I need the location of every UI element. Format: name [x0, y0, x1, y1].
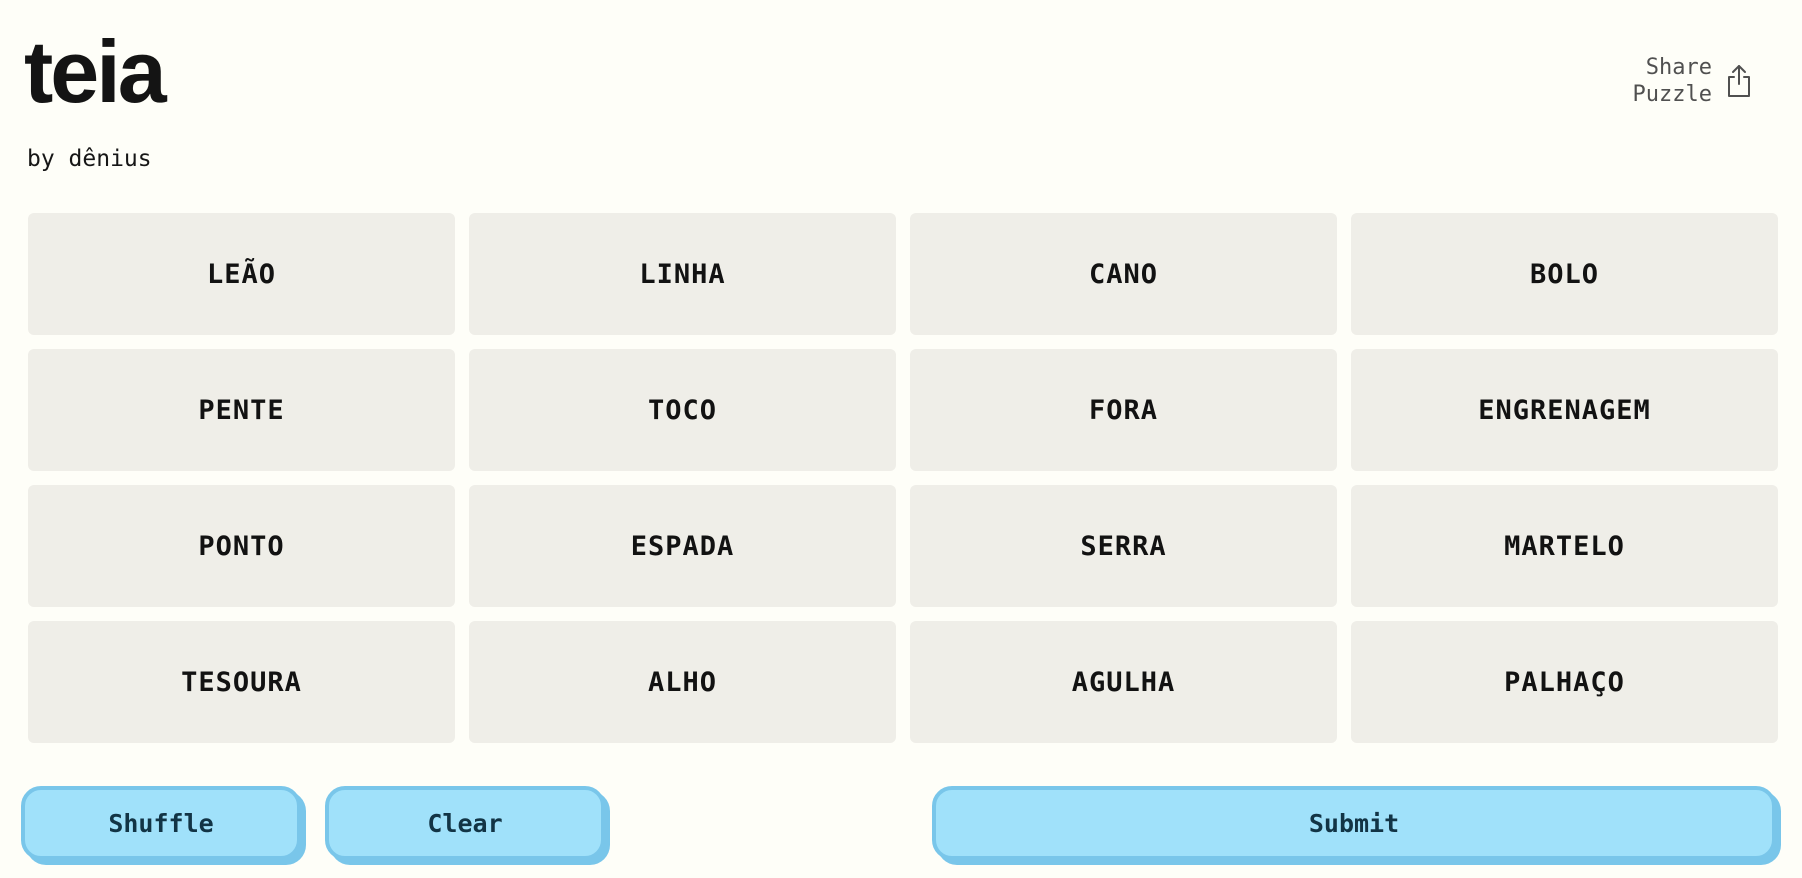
- word-tile[interactable]: ALHO: [469, 621, 896, 743]
- word-tile[interactable]: AGULHA: [910, 621, 1337, 743]
- share-icon: [1728, 65, 1750, 97]
- word-tile[interactable]: PONTO: [28, 485, 455, 607]
- word-tile[interactable]: PENTE: [28, 349, 455, 471]
- word-tile[interactable]: SERRA: [910, 485, 1337, 607]
- word-tile[interactable]: CANO: [910, 213, 1337, 335]
- word-tile[interactable]: PALHAÇO: [1351, 621, 1778, 743]
- word-tile[interactable]: LINHA: [469, 213, 896, 335]
- share-puzzle-button[interactable]: Share Puzzle: [1626, 54, 1754, 108]
- shuffle-button[interactable]: Shuffle: [21, 786, 301, 860]
- word-tile[interactable]: LEÃO: [28, 213, 455, 335]
- word-tile[interactable]: FORA: [910, 349, 1337, 471]
- word-grid: LEÃO LINHA CANO BOLO PENTE TOCO FORA ENG…: [28, 213, 1779, 743]
- word-tile[interactable]: ESPADA: [469, 485, 896, 607]
- word-tile[interactable]: BOLO: [1351, 213, 1778, 335]
- word-tile[interactable]: TESOURA: [28, 621, 455, 743]
- submit-button[interactable]: Submit: [932, 786, 1776, 860]
- puzzle-title: teia: [24, 22, 167, 121]
- clear-button[interactable]: Clear: [325, 786, 605, 860]
- word-tile[interactable]: ENGRENAGEM: [1351, 349, 1778, 471]
- share-label-line-1: Share: [1645, 55, 1712, 80]
- word-tile[interactable]: MARTELO: [1351, 485, 1778, 607]
- share-puzzle-label: Share Puzzle: [1626, 54, 1712, 108]
- word-tile[interactable]: TOCO: [469, 349, 896, 471]
- share-label-line-2: Puzzle: [1632, 82, 1712, 107]
- puzzle-author: by dênius: [27, 146, 152, 172]
